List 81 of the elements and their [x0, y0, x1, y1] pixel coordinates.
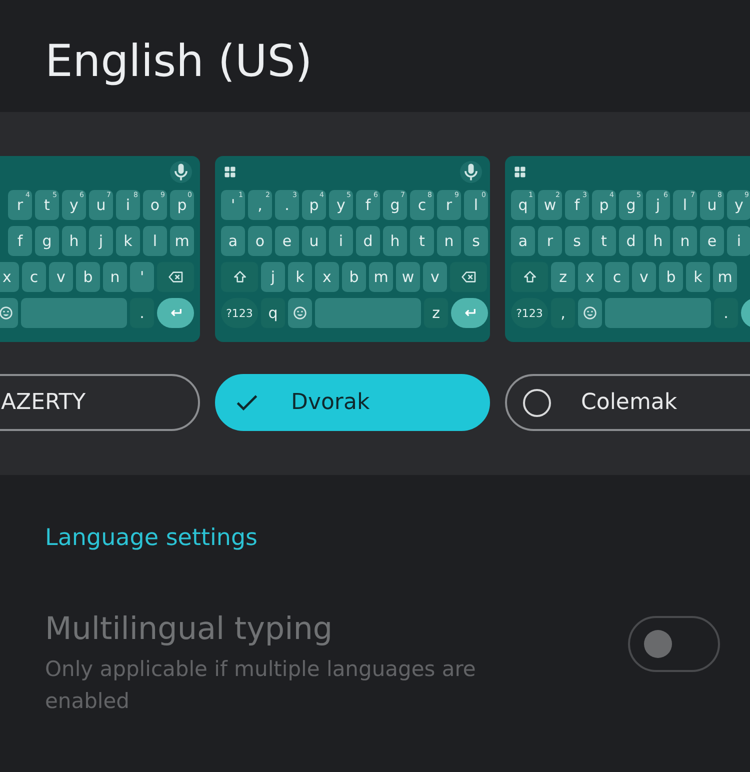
- keyboard-key[interactable]: n: [437, 226, 461, 256]
- backspace-icon: [460, 269, 476, 285]
- keyboard-key[interactable]: k: [116, 226, 140, 256]
- enter-key[interactable]: [157, 298, 194, 328]
- symbols-key[interactable]: ?123: [221, 298, 258, 328]
- keyboard-key[interactable]: z: [424, 298, 448, 328]
- language-settings-link[interactable]: Language settings: [45, 525, 258, 551]
- smiley-icon: [292, 305, 308, 321]
- radio-icon: [523, 388, 551, 416]
- keyboard-key[interactable]: u: [302, 226, 326, 256]
- keyboard-key[interactable]: e: [275, 226, 299, 256]
- keyboard-key[interactable]: x: [315, 262, 339, 292]
- keyboard-key[interactable]: d: [619, 226, 643, 256]
- keyboard-key[interactable]: k: [288, 262, 312, 292]
- symbols-key[interactable]: ?123: [511, 298, 548, 328]
- keyboard-key[interactable]: a: [221, 226, 245, 256]
- keyboard-key[interactable]: h: [62, 226, 86, 256]
- emoji-key[interactable]: [578, 298, 602, 328]
- keyboard-key[interactable]: l: [143, 226, 167, 256]
- shift-key[interactable]: [221, 262, 258, 292]
- keyboard-key[interactable]: .: [714, 298, 738, 328]
- keyboard-key[interactable]: t: [592, 226, 616, 256]
- keyboard-key[interactable]: h: [383, 226, 407, 256]
- keyboard-key[interactable]: v: [49, 262, 73, 292]
- shift-icon: [522, 269, 538, 285]
- keyboard-key[interactable]: s: [464, 226, 488, 256]
- microphone-icon: [460, 161, 482, 183]
- backspace-key[interactable]: [450, 262, 487, 292]
- keyboard-key[interactable]: ': [130, 262, 154, 292]
- page-title: English (US): [44, 35, 314, 89]
- keyboard-key[interactable]: m: [369, 262, 393, 292]
- keyboard-key[interactable]: h: [646, 226, 670, 256]
- shift-icon: [232, 269, 248, 285]
- grid-icon: [513, 165, 527, 179]
- keyboard-key[interactable]: b: [659, 262, 683, 292]
- keyboard-key[interactable]: b: [76, 262, 100, 292]
- keyboard-key[interactable]: c: [22, 262, 46, 292]
- keyboard-key[interactable]: i: [727, 226, 750, 256]
- shift-key[interactable]: [511, 262, 548, 292]
- layout-option[interactable]: AZERTY: [0, 374, 200, 431]
- keyboard-key[interactable]: k: [686, 262, 710, 292]
- setting-description: Only applicable if multiple languages are enabled: [45, 656, 477, 715]
- keyboard-key[interactable]: j: [261, 262, 285, 292]
- keyboard-key[interactable]: q: [261, 298, 285, 328]
- keyboard-key[interactable]: c: [605, 262, 629, 292]
- backspace-icon: [168, 269, 184, 285]
- keyboard-key[interactable]: ,: [551, 298, 575, 328]
- keyboard-key[interactable]: n: [103, 262, 127, 292]
- smiley-icon: [0, 305, 14, 321]
- keyboard-key[interactable]: m: [170, 226, 194, 256]
- keyboard-key[interactable]: g: [35, 226, 59, 256]
- layout-option[interactable]: Dvorak: [215, 374, 490, 431]
- keyboard-key[interactable]: r: [538, 226, 562, 256]
- emoji-key[interactable]: [288, 298, 312, 328]
- keyboard-key[interactable]: j: [89, 226, 113, 256]
- keyboard-key[interactable]: i: [329, 226, 353, 256]
- keyboard-key[interactable]: f: [8, 226, 32, 256]
- keyboard-key[interactable]: a: [511, 226, 535, 256]
- keyboard-key[interactable]: t: [410, 226, 434, 256]
- emoji-key[interactable]: [0, 298, 18, 328]
- keyboard-key[interactable]: v: [632, 262, 656, 292]
- keyboard-key[interactable]: e: [700, 226, 724, 256]
- keyboard-key[interactable]: d: [356, 226, 380, 256]
- backspace-key[interactable]: [157, 262, 194, 292]
- keyboard-key[interactable]: s: [565, 226, 589, 256]
- enter-key[interactable]: [451, 298, 488, 328]
- layout-option[interactable]: Colemak: [505, 374, 750, 431]
- keyboard-key[interactable]: v: [423, 262, 447, 292]
- keyboard-key[interactable]: m: [713, 262, 737, 292]
- keyboard-key[interactable]: x: [578, 262, 602, 292]
- keyboard-key[interactable]: w: [396, 262, 420, 292]
- keyboard-key[interactable]: x: [0, 262, 19, 292]
- keyboard-key[interactable]: z: [551, 262, 575, 292]
- keyboard-key[interactable]: n: [673, 226, 697, 256]
- microphone-icon: [170, 161, 192, 183]
- keyboard-key[interactable]: b: [342, 262, 366, 292]
- keyboard-key[interactable]: .: [130, 298, 154, 328]
- keyboard-key[interactable]: o: [248, 226, 272, 256]
- smiley-icon: [582, 305, 598, 321]
- grid-icon: [223, 165, 237, 179]
- setting-title: Multilingual typing: [45, 611, 334, 647]
